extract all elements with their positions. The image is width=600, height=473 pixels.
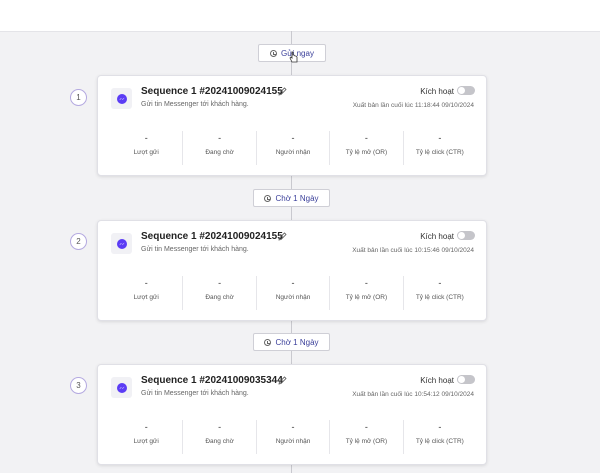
edit-pencil-icon[interactable] bbox=[278, 87, 287, 96]
stat-label: Đang chờ bbox=[205, 438, 234, 445]
wait-delay-label: Chờ 1 Ngày bbox=[275, 193, 319, 203]
activate-label: Kích hoạt bbox=[420, 376, 454, 385]
stat-value: - bbox=[438, 278, 442, 288]
stat-value: - bbox=[438, 422, 442, 432]
sequence-description: Gửi tin Messenger tới khách hàng. bbox=[141, 101, 249, 108]
stat-value: - bbox=[291, 422, 295, 432]
stat-value: - bbox=[291, 133, 295, 143]
stat-value: - bbox=[218, 278, 222, 288]
wait-delay-button[interactable]: Chờ 1 Ngày bbox=[253, 333, 330, 351]
activate-toggle[interactable] bbox=[457, 375, 475, 384]
last-published-text: Xuất bản lần cuối lúc 11:18:44 09/10/202… bbox=[352, 102, 474, 109]
stat-value: - bbox=[291, 278, 295, 288]
wait-delay-button[interactable]: Chờ 1 Ngày bbox=[253, 189, 330, 207]
stat-label: Tỷ lệ click (CTR) bbox=[415, 294, 464, 301]
activate-toggle[interactable] bbox=[457, 86, 475, 95]
stat-sent: - Lượt gửi bbox=[110, 131, 184, 165]
stats-row: - Lượt gửi - Đang chờ - Người nhận - Tỷ lệ m… bbox=[110, 131, 476, 165]
stat-value: - bbox=[144, 133, 148, 143]
stat-value: - bbox=[144, 422, 148, 432]
stat-pending: - Đang chờ bbox=[183, 276, 257, 310]
edit-pencil-icon[interactable] bbox=[278, 232, 287, 241]
stat-label: Người nhận bbox=[275, 149, 311, 156]
sequence-description: Gửi tin Messenger tới khách hàng. bbox=[141, 390, 249, 397]
last-published-text: Xuất bản lần cuối lúc 10:15:46 09/10/202… bbox=[352, 247, 474, 254]
stat-label: Tỷ lệ mở (OR) bbox=[345, 294, 388, 301]
stat-click-rate: - Tỷ lệ click (CTR) bbox=[404, 420, 476, 454]
stat-click-rate: - Tỷ lệ click (CTR) bbox=[404, 276, 476, 310]
stat-value: - bbox=[218, 422, 222, 432]
stat-open-rate: - Tỷ lệ mở (OR) bbox=[330, 276, 404, 310]
clock-icon bbox=[264, 338, 272, 346]
sequence-description: Gửi tin Messenger tới khách hàng. bbox=[141, 246, 249, 253]
stat-label: Tỷ lệ click (CTR) bbox=[415, 438, 464, 445]
messenger-icon bbox=[111, 233, 132, 254]
stat-label: Tỷ lệ mở (OR) bbox=[345, 149, 388, 156]
messenger-icon bbox=[111, 377, 132, 398]
stat-pending: - Đang chờ bbox=[183, 131, 257, 165]
stat-label: Đang chờ bbox=[205, 294, 234, 301]
stat-value: - bbox=[144, 278, 148, 288]
stats-row: - Lượt gửi - Đang chờ - Người nhận - Tỷ lệ m… bbox=[110, 276, 476, 310]
activate-label: Kích hoạt bbox=[420, 87, 454, 96]
stat-value: - bbox=[364, 133, 368, 143]
top-header-bar bbox=[0, 0, 600, 32]
stat-label: Lượt gửi bbox=[133, 149, 159, 156]
clock-icon bbox=[264, 194, 272, 202]
stat-recipients: - Người nhận bbox=[257, 420, 331, 454]
activate-toggle[interactable] bbox=[457, 231, 475, 240]
stat-value: - bbox=[364, 422, 368, 432]
stat-pending: - Đang chờ bbox=[183, 420, 257, 454]
sequence-title: Sequence 1 #20241009035344 bbox=[141, 375, 283, 386]
stat-label: Lượt gửi bbox=[133, 294, 159, 301]
last-published-text: Xuất bản lần cuối lúc 10:54:12 09/10/202… bbox=[352, 391, 474, 398]
stat-label: Lượt gửi bbox=[133, 438, 159, 445]
hand-cursor-icon bbox=[289, 51, 298, 63]
stat-label: Người nhận bbox=[275, 438, 311, 445]
stat-label: Tỷ lệ click (CTR) bbox=[415, 149, 464, 156]
stat-sent: - Lượt gửi bbox=[110, 420, 184, 454]
stat-value: - bbox=[438, 133, 442, 143]
sequence-title: Sequence 1 #20241009024155 bbox=[141, 86, 283, 97]
edit-pencil-icon[interactable] bbox=[278, 376, 287, 385]
stat-value: - bbox=[218, 133, 222, 143]
stats-row: - Lượt gửi - Đang chờ - Người nhận - Tỷ lệ m… bbox=[110, 420, 476, 454]
stat-recipients: - Người nhận bbox=[257, 131, 331, 165]
step-number-badge: 2 bbox=[70, 233, 87, 250]
stat-recipients: - Người nhận bbox=[257, 276, 331, 310]
clock-icon bbox=[270, 49, 278, 57]
sequence-title: Sequence 1 #20241009024155 bbox=[141, 231, 283, 242]
stat-label: Đang chờ bbox=[205, 149, 234, 156]
sequence-card[interactable]: Sequence 1 #20241009024155 Gửi tin Messe… bbox=[97, 75, 487, 176]
stat-label: Người nhận bbox=[275, 294, 311, 301]
stat-open-rate: - Tỷ lệ mở (OR) bbox=[330, 420, 404, 454]
activate-label: Kích hoạt bbox=[420, 232, 454, 241]
stat-click-rate: - Tỷ lệ click (CTR) bbox=[404, 131, 476, 165]
sequence-card[interactable]: Sequence 1 #20241009035344 Gửi tin Messe… bbox=[97, 364, 487, 465]
sequence-card[interactable]: Sequence 1 #20241009024155 Gửi tin Messe… bbox=[97, 220, 487, 321]
stat-label: Tỷ lệ mở (OR) bbox=[345, 438, 388, 445]
stat-value: - bbox=[364, 278, 368, 288]
wait-delay-label: Chờ 1 Ngày bbox=[275, 337, 319, 347]
stat-sent: - Lượt gửi bbox=[110, 276, 184, 310]
step-number-badge: 1 bbox=[70, 89, 87, 106]
messenger-icon bbox=[111, 88, 132, 109]
step-number-badge: 3 bbox=[70, 377, 87, 394]
stat-open-rate: - Tỷ lệ mở (OR) bbox=[330, 131, 404, 165]
